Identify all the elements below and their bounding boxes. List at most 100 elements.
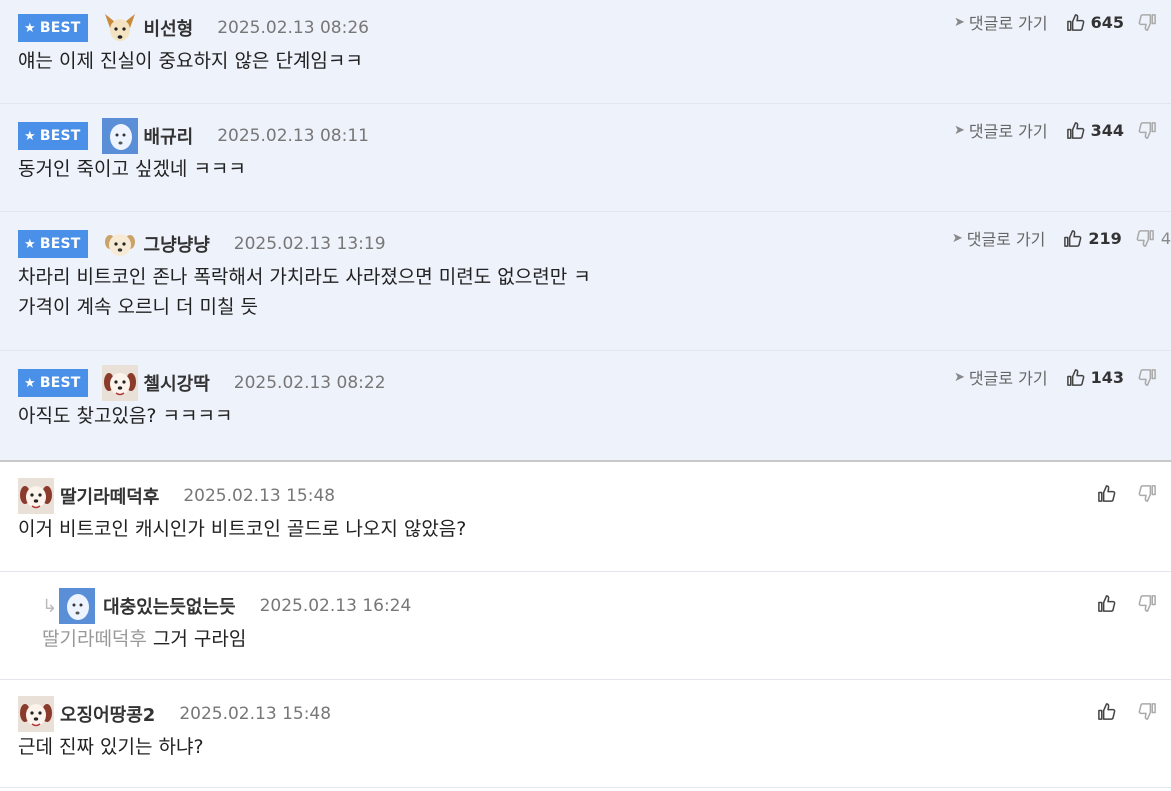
dog-tan-avatar-icon: [104, 14, 135, 41]
comment-text: 딸기라떼덕후 그거 구라임: [42, 628, 247, 650]
dislike-button[interactable]: 4: [1136, 229, 1171, 248]
comment-actions: ➤ 댓글로 가기 645: [954, 10, 1157, 34]
comment-actions: ➤ 댓글로 가기 344: [954, 118, 1157, 142]
thumbs-down-icon: [1138, 13, 1156, 31]
reply-comment: ↳ 대충있는듯없는듯 2025.02.13 16:24 딸기라떼덕후 그거 구라임: [0, 572, 1171, 680]
star-icon: ★: [24, 236, 36, 252]
red-dog-avatar-icon: [18, 696, 54, 732]
comment-text: 차라리 비트코인 존나 폭락해서 가치라도 사라졌으면 미련도 없으련만 ㅋ 가…: [18, 266, 591, 318]
comment-date: 2025.02.13 08:11: [217, 126, 369, 146]
red-dog-avatar-icon: [101, 365, 138, 401]
dislike-button[interactable]: [1138, 484, 1157, 503]
like-count: 344: [1090, 120, 1124, 140]
comment-actions: [1097, 702, 1157, 721]
puppy-avatar-icon: [104, 234, 135, 256]
thumbs-down-icon: [1136, 229, 1154, 247]
best-badge: ★ BEST: [18, 230, 88, 258]
thumbs-down-icon: [1138, 485, 1156, 502]
go-to-comment-link[interactable]: ➤ 댓글로 가기: [954, 10, 1048, 34]
dislike-button[interactable]: [1138, 368, 1157, 387]
comment-text: 아직도 찾고있음? ㅋㅋㅋㅋ: [18, 405, 233, 427]
thumbs-down-icon: [1138, 368, 1156, 386]
dislike-button[interactable]: [1138, 702, 1157, 721]
star-icon: ★: [24, 375, 36, 391]
reply-arrow-icon: ↳: [42, 595, 58, 617]
like-count: 645: [1090, 12, 1124, 32]
like-button[interactable]: [1097, 594, 1116, 613]
send-arrow-icon: ➤: [951, 230, 963, 246]
go-to-comment-link[interactable]: ➤ 댓글로 가기: [952, 226, 1046, 250]
thumbs-down-icon: [1138, 703, 1156, 720]
dislike-count: 4: [1160, 228, 1171, 248]
best-badge: ★ BEST: [18, 369, 88, 397]
avatar[interactable]: [18, 478, 54, 514]
nickname[interactable]: 그냥냥냥: [144, 231, 210, 257]
thumbs-up-icon: [1064, 229, 1082, 247]
like-count: 143: [1090, 367, 1124, 387]
comment-list: 딸기라떼덕후 2025.02.13 15:48 이거 비트코인 캐시인가 비트코…: [0, 462, 1171, 788]
nickname[interactable]: 비선형: [144, 15, 194, 41]
thumbs-down-icon: [1138, 121, 1156, 139]
comment-date: 2025.02.13 15:48: [183, 486, 336, 506]
nickname[interactable]: 오징어땅콩2: [60, 701, 155, 727]
star-icon: ★: [24, 20, 36, 36]
comment-date: 2025.02.13 13:19: [233, 234, 386, 254]
comment-text: 동거인 죽이고 싶겠네 ㅋㅋㅋ: [18, 158, 246, 180]
like-button[interactable]: 143: [1066, 368, 1124, 387]
go-to-comment-link[interactable]: ➤ 댓글로 가기: [954, 365, 1048, 389]
comment-actions: [1097, 594, 1157, 613]
thumbs-up-icon: [1098, 485, 1116, 502]
blue-face-avatar-icon: [59, 588, 96, 624]
like-button[interactable]: 344: [1066, 121, 1124, 140]
like-button[interactable]: [1097, 484, 1116, 503]
like-count: 219: [1088, 228, 1122, 248]
mention-link[interactable]: 딸기라떼덕후: [42, 628, 147, 650]
star-icon: ★: [24, 128, 36, 144]
best-comments-section: ★ BEST 비선형 2025.02.13 08:26 얘는 이제 진실이 중요하…: [0, 0, 1171, 462]
best-badge: ★ BEST: [18, 14, 88, 42]
comment-actions: ➤ 댓글로 가기 143: [954, 365, 1157, 389]
comment: 오징어땅콩2 2025.02.13 15:48 근데 진짜 있기는 하냐?: [0, 680, 1171, 788]
dislike-button[interactable]: [1138, 13, 1157, 32]
best-comment: ★ BEST 배규리 2025.02.13 08:11 동거인 죽이고 싶겠네 ㅋ…: [0, 104, 1171, 212]
nickname[interactable]: 배규리: [144, 123, 194, 149]
nickname[interactable]: 첼시강딱: [144, 370, 210, 396]
comment-date: 2025.02.13 15:48: [179, 704, 332, 724]
red-dog-avatar-icon: [18, 478, 54, 514]
send-arrow-icon: ➤: [954, 122, 965, 138]
avatar[interactable]: [18, 696, 54, 732]
thumbs-up-icon: [1098, 703, 1116, 720]
nickname[interactable]: 대충있는듯없는듯: [103, 593, 235, 619]
thumbs-down-icon: [1138, 595, 1156, 612]
blue-face-avatar-icon: [101, 118, 138, 154]
avatar[interactable]: [102, 10, 138, 46]
avatar[interactable]: [102, 226, 138, 262]
best-comment: ★ BEST 비선형 2025.02.13 08:26 얘는 이제 진실이 중요하…: [0, 0, 1171, 104]
like-button[interactable]: 219: [1063, 228, 1122, 248]
dislike-button[interactable]: [1138, 121, 1157, 140]
like-button[interactable]: [1097, 702, 1116, 721]
comment: 딸기라떼덕후 2025.02.13 15:48 이거 비트코인 캐시인가 비트코…: [0, 462, 1171, 572]
best-comment: ★ BEST 첼시강딱 2025.02.13 08:22 아직도 찾고있음? ㅋㅋ…: [0, 351, 1171, 460]
avatar[interactable]: [101, 118, 138, 154]
comment-date: 2025.02.13 08:26: [217, 18, 369, 38]
nickname[interactable]: 딸기라떼덕후: [60, 483, 159, 509]
thumbs-up-icon: [1066, 368, 1084, 386]
thumbs-up-icon: [1066, 121, 1084, 139]
comment-text: 근데 진짜 있기는 하냐?: [18, 736, 204, 758]
thumbs-up-icon: [1066, 13, 1084, 31]
send-arrow-icon: ➤: [954, 369, 965, 385]
best-comment: ★ BEST 그냥냥냥 2025.02.13 13:19 차라리 비트코인 존나 …: [0, 212, 1171, 351]
comment-text: 이거 비트코인 캐시인가 비트코인 골드로 나오지 않았음?: [18, 518, 467, 540]
comment-date: 2025.02.13 16:24: [259, 596, 412, 616]
comment-actions: [1097, 484, 1157, 503]
best-badge: ★ BEST: [18, 122, 88, 150]
comment-text: 얘는 이제 진실이 중요하지 않은 단계임ㅋㅋ: [18, 50, 363, 72]
go-to-comment-link[interactable]: ➤ 댓글로 가기: [954, 118, 1048, 142]
comment-date: 2025.02.13 08:22: [233, 373, 386, 393]
avatar[interactable]: [101, 365, 138, 401]
avatar[interactable]: [59, 588, 96, 624]
comment-actions: ➤ 댓글로 가기 219 4: [952, 226, 1171, 250]
like-button[interactable]: 645: [1066, 13, 1124, 32]
dislike-button[interactable]: [1138, 594, 1157, 613]
